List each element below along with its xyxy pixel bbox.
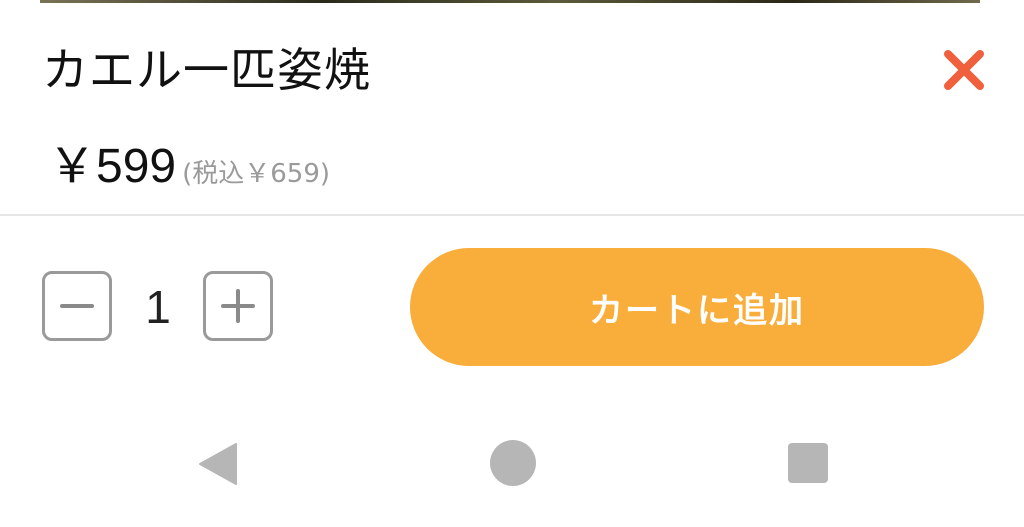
plus-icon (221, 289, 255, 323)
nav-home-icon[interactable] (490, 440, 536, 486)
nav-back-icon[interactable] (196, 442, 240, 486)
add-to-cart-button[interactable]: カートに追加 (410, 248, 984, 366)
product-price-tax: (税込￥659) (182, 159, 331, 189)
product-cart-sheet: カエル一匹姿焼 ￥599 (税込￥659) 1 カートに追加 (0, 0, 1024, 527)
add-to-cart-label: カートに追加 (589, 290, 805, 331)
nav-recents-icon[interactable] (788, 443, 828, 483)
product-title: カエル一匹姿焼 (42, 43, 371, 97)
product-price: ￥599 (48, 140, 177, 193)
divider (0, 214, 1024, 216)
close-button[interactable] (936, 42, 992, 98)
minus-icon (60, 304, 94, 308)
quantity-decrease-button[interactable] (42, 271, 112, 341)
price-row: ￥599 (税込￥659) (48, 132, 330, 196)
product-image-edge (40, 0, 980, 3)
quantity-increase-button[interactable] (203, 271, 273, 341)
quantity-value: 1 (145, 281, 171, 333)
close-icon (944, 50, 984, 90)
